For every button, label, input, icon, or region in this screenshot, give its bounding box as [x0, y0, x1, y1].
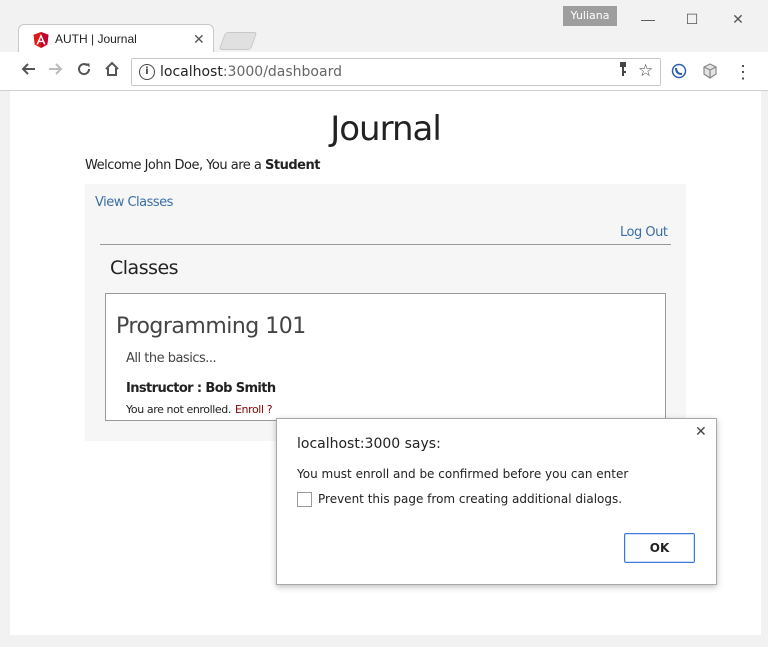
enroll-link[interactable]: Enroll ?: [235, 403, 273, 416]
user-role: Student: [265, 158, 320, 173]
alert-dialog: ✕ localhost:3000 says: You must enroll a…: [276, 418, 717, 585]
ok-button[interactable]: OK: [624, 533, 695, 563]
extension-icon[interactable]: [670, 63, 688, 81]
key-icon[interactable]: [618, 62, 628, 79]
arrow-left-icon[interactable]: [17, 60, 39, 82]
url-text: localhost:3000/dashboard: [160, 64, 342, 80]
new-tab-button[interactable]: [218, 32, 258, 50]
class-description: All the basics...: [126, 351, 217, 366]
star-icon[interactable]: ☆: [638, 61, 653, 81]
home-icon[interactable]: [101, 60, 123, 82]
tab-journal[interactable]: AUTH | Journal ✕: [18, 24, 214, 55]
title-bar: AUTH | Journal ✕ Yuliana — ☐ ✕: [0, 0, 768, 55]
profile-badge[interactable]: Yuliana: [563, 6, 617, 26]
enroll-status: You are not enrolled. Enroll ?: [126, 403, 273, 416]
prevent-dialogs-checkbox[interactable]: [297, 492, 312, 507]
dialog-title: localhost:3000 says:: [297, 436, 441, 452]
close-tab-icon[interactable]: ✕: [193, 31, 205, 48]
more-vert-icon[interactable]: ⋮: [734, 61, 752, 83]
minimize-icon[interactable]: —: [636, 8, 660, 30]
dashboard-panel: View Classes Log Out Classes Programming…: [85, 184, 686, 441]
section-title: Classes: [110, 257, 179, 279]
log-out-link[interactable]: Log Out: [620, 225, 668, 240]
dialog-message: You must enroll and be confirmed before …: [297, 467, 629, 481]
welcome-message: Welcome John Doe, You are a Student: [85, 158, 320, 173]
arrow-right-icon[interactable]: [45, 60, 67, 82]
reload-icon[interactable]: [73, 60, 95, 82]
info-icon[interactable]: i: [139, 64, 155, 80]
close-dialog-icon[interactable]: ✕: [695, 423, 707, 440]
address-bar[interactable]: i localhost:3000/dashboard ☆: [131, 58, 661, 86]
page-title: Journal: [330, 109, 442, 149]
class-instructor: Instructor : Bob Smith: [126, 381, 276, 396]
prevent-dialogs-label[interactable]: Prevent this page from creating addition…: [318, 492, 622, 506]
angular-shield-icon: [33, 32, 49, 48]
close-window-icon[interactable]: ✕: [726, 8, 750, 30]
maximize-icon[interactable]: ☐: [680, 8, 704, 30]
cube-extension-icon[interactable]: [701, 63, 719, 81]
class-name: Programming 101: [116, 314, 306, 339]
view-classes-link[interactable]: View Classes: [95, 195, 173, 210]
browser-toolbar: i localhost:3000/dashboard ☆ ⋮: [0, 52, 768, 91]
divider: [100, 244, 671, 245]
class-card: Programming 101 All the basics... Instru…: [105, 293, 666, 421]
browser-window: AUTH | Journal ✕ Yuliana — ☐ ✕ i localho…: [0, 0, 768, 647]
tab-title: AUTH | Journal: [55, 32, 137, 46]
enroll-status-text: You are not enrolled.: [126, 403, 231, 416]
